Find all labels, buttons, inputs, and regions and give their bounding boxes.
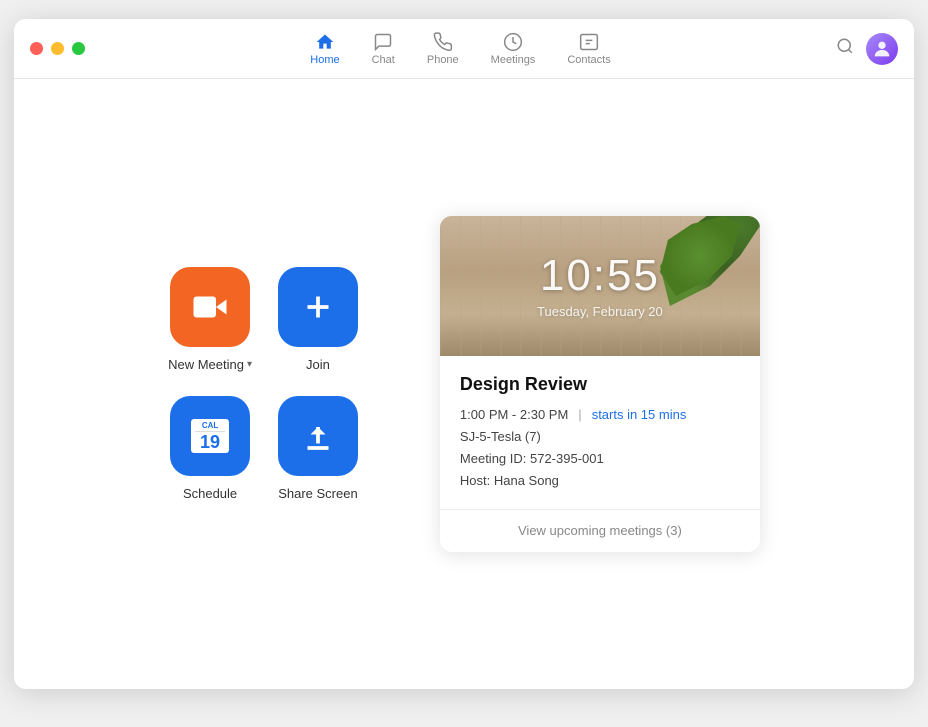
- title-bar: Home Chat Phone: [14, 19, 914, 79]
- meeting-card-footer: View upcoming meetings (3): [440, 509, 760, 552]
- join-label: Join: [306, 357, 330, 372]
- time-display: 10:55 Tuesday, February 20: [537, 254, 663, 319]
- share-screen-label: Share Screen: [278, 486, 358, 501]
- meeting-time-detail: 1:00 PM - 2:30 PM | starts in 15 mins: [460, 407, 740, 422]
- calendar-icon: CAL 19: [191, 419, 229, 454]
- tab-meetings-label: Meetings: [491, 54, 536, 66]
- avatar[interactable]: [866, 33, 898, 65]
- clock-date: Tuesday, February 20: [537, 304, 663, 319]
- phone-icon: [433, 32, 453, 52]
- close-button[interactable]: [30, 42, 43, 55]
- new-meeting-button[interactable]: [170, 267, 250, 347]
- tab-contacts-label: Contacts: [567, 54, 610, 66]
- schedule-item: CAL 19 Schedule: [168, 396, 252, 501]
- meeting-time-range: 1:00 PM - 2:30 PM: [460, 407, 568, 422]
- tab-home-label: Home: [310, 54, 339, 66]
- quick-actions: New Meeting ▾ Join: [168, 267, 360, 501]
- chat-icon: [373, 32, 393, 52]
- starts-in-badge: starts in 15 mins: [592, 407, 687, 422]
- tab-contacts[interactable]: Contacts: [567, 32, 610, 66]
- window-controls: [30, 42, 85, 55]
- video-camera-icon: [192, 289, 228, 325]
- new-meeting-item: New Meeting ▾: [168, 267, 252, 372]
- header-right: [836, 33, 898, 65]
- app-window: Home Chat Phone: [14, 19, 914, 689]
- tab-chat[interactable]: Chat: [372, 32, 395, 66]
- separator: |: [578, 407, 581, 422]
- share-screen-button[interactable]: [278, 396, 358, 476]
- avatar-icon: [871, 38, 893, 60]
- search-icon: [836, 37, 854, 55]
- meeting-card-body: Design Review 1:00 PM - 2:30 PM | starts…: [440, 356, 760, 509]
- tab-chat-label: Chat: [372, 54, 395, 66]
- home-icon: [315, 32, 335, 52]
- main-content: New Meeting ▾ Join: [14, 79, 914, 689]
- meetings-icon: [503, 32, 523, 52]
- tab-home[interactable]: Home: [310, 32, 339, 66]
- meeting-card-header: 10:55 Tuesday, February 20: [440, 216, 760, 356]
- join-item: Join: [276, 267, 360, 372]
- contacts-icon: [579, 32, 599, 52]
- meeting-location: SJ-5-Tesla (7): [460, 429, 740, 444]
- join-button[interactable]: [278, 267, 358, 347]
- plus-icon: [300, 289, 336, 325]
- search-button[interactable]: [836, 37, 854, 60]
- share-screen-item: Share Screen: [276, 396, 360, 501]
- chevron-down-icon: ▾: [247, 359, 252, 370]
- meeting-card: 10:55 Tuesday, February 20 Design Review…: [440, 216, 760, 552]
- tab-phone[interactable]: Phone: [427, 32, 459, 66]
- schedule-button[interactable]: CAL 19: [170, 396, 250, 476]
- tab-phone-label: Phone: [427, 54, 459, 66]
- maximize-button[interactable]: [72, 42, 85, 55]
- share-screen-icon: [300, 418, 336, 454]
- tab-meetings[interactable]: Meetings: [491, 32, 536, 66]
- view-upcoming-button[interactable]: View upcoming meetings (3): [518, 523, 682, 538]
- schedule-label: Schedule: [183, 486, 237, 501]
- meeting-id: Meeting ID: 572-395-001: [460, 451, 740, 466]
- meeting-title: Design Review: [460, 374, 740, 395]
- meeting-host: Host: Hana Song: [460, 473, 740, 488]
- new-meeting-label: New Meeting ▾: [168, 357, 252, 372]
- nav-tabs: Home Chat Phone: [310, 32, 610, 66]
- clock-time: 10:55: [537, 254, 663, 298]
- minimize-button[interactable]: [51, 42, 64, 55]
